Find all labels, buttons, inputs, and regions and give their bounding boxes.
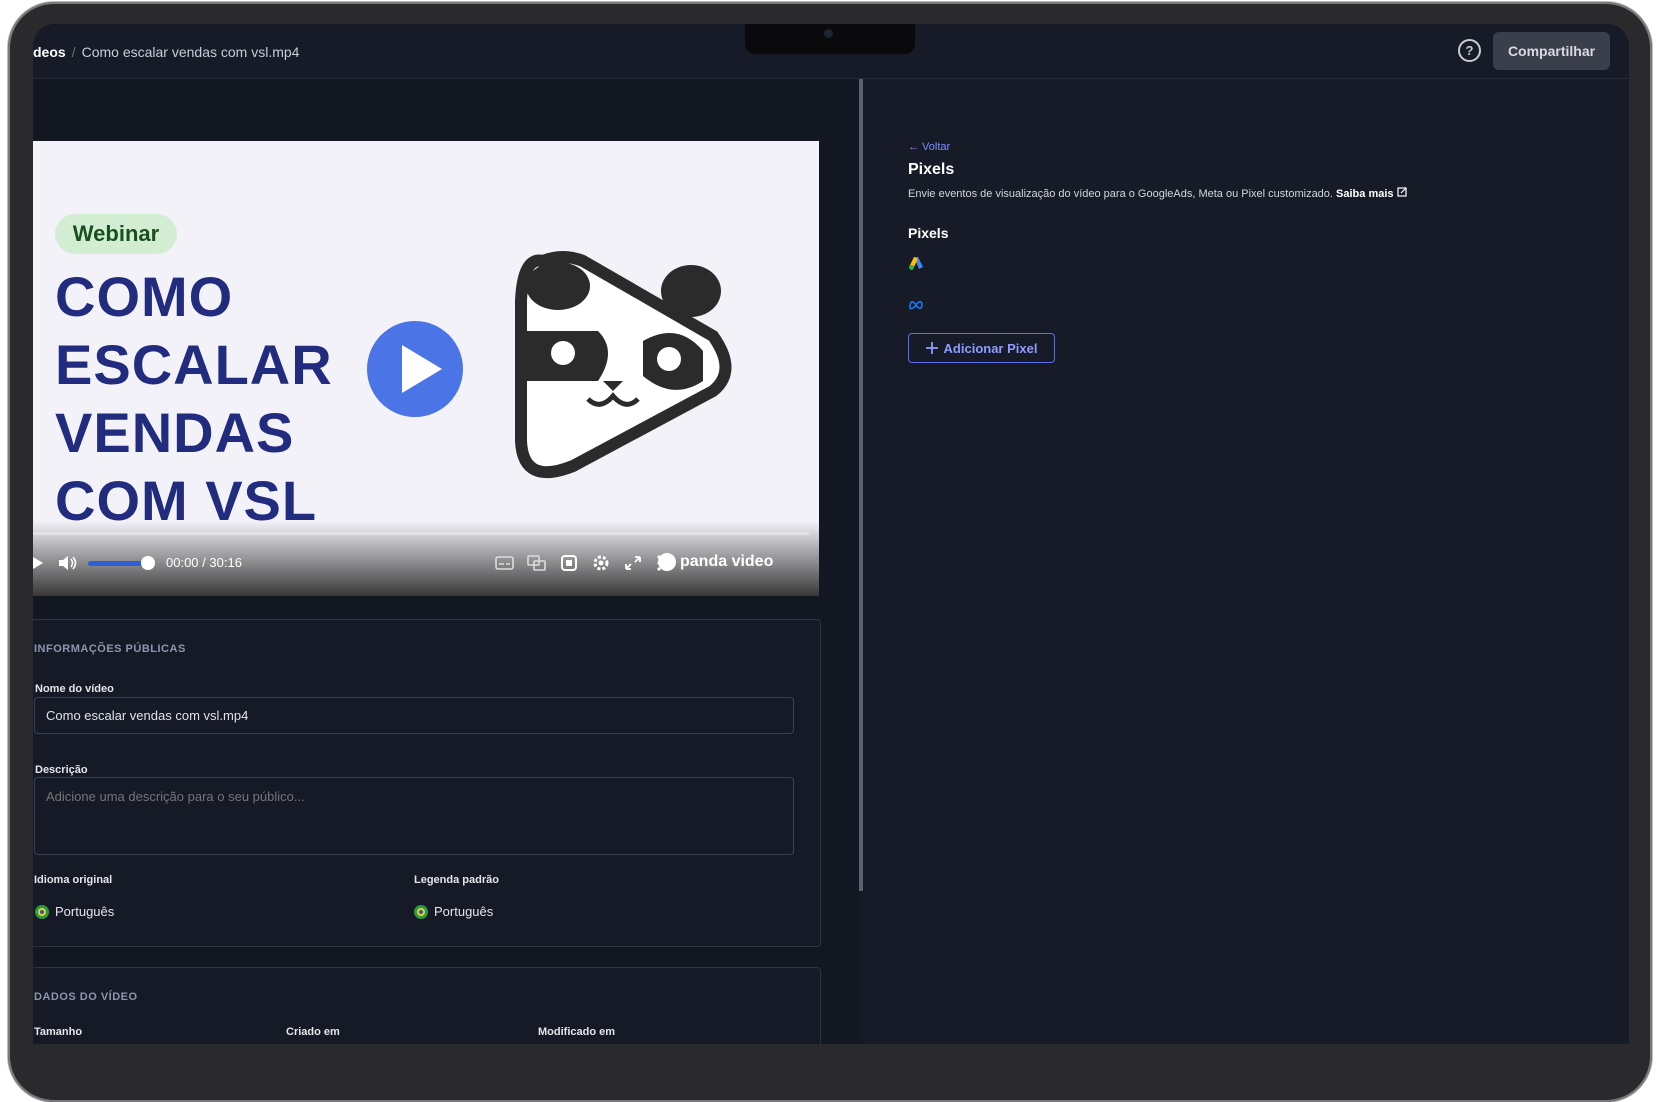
panda-logo-icon — [515, 251, 732, 479]
panda-icon — [658, 553, 676, 571]
control-row: 00:00 / 30:16 panda video — [33, 551, 819, 575]
current-time: 00:00 — [166, 555, 199, 570]
title-line: VENDAS — [55, 401, 295, 464]
size-label: Tamanho — [34, 1026, 83, 1038]
description-text: Envie eventos de visualização do vídeo p… — [908, 188, 1333, 200]
plus-icon — [925, 342, 938, 354]
subtitles-icon[interactable] — [495, 551, 515, 575]
video-data-card: DADOS DO VÍDEO Tamanho Criado em Modific… — [33, 967, 821, 1044]
add-pixel-label: Adicionar Pixel — [943, 340, 1038, 356]
panda-video-logo: panda video — [658, 553, 773, 571]
brazil-flag-icon — [414, 904, 428, 919]
brand-text: panda video — [680, 553, 774, 571]
created-label: Criado em — [286, 1026, 340, 1038]
settings-icon[interactable] — [591, 551, 611, 575]
brazil-flag-icon — [35, 904, 49, 919]
video-details-panel: Webinar COMO ESCALAR VENDAS COM VSL 00:0… — [33, 79, 859, 1044]
section-title: DADOS DO VÍDEO — [34, 991, 138, 1003]
pixels-panel: ← Voltar Pixels Envie eventos de visuali… — [863, 79, 1629, 1044]
player-controls: 00:00 / 30:16 panda video — [33, 521, 819, 596]
learn-more-link[interactable]: Saiba mais — [1336, 188, 1393, 200]
big-play-button[interactable] — [367, 321, 463, 417]
original-language-value: Português — [55, 904, 115, 919]
time-separator: / — [202, 555, 206, 570]
help-icon[interactable]: ? — [1458, 39, 1481, 62]
breadcrumb: deos / Como escalar vendas com vsl.mp4 — [33, 44, 299, 60]
share-button[interactable]: Compartilhar — [1493, 32, 1610, 70]
original-language-select[interactable]: Português — [35, 904, 114, 919]
description-label: Descrição — [35, 764, 88, 776]
duration: 30:16 — [209, 555, 242, 570]
app-screen: deos / Como escalar vendas com vsl.mp4 ? C… — [33, 24, 1629, 1044]
camera-notch — [745, 24, 915, 54]
breadcrumb-separator: / — [71, 44, 76, 60]
default-caption-value: Português — [434, 904, 494, 919]
back-link[interactable]: ← Voltar — [908, 141, 950, 153]
panel-title: Pixels — [908, 161, 955, 178]
webinar-badge: Webinar — [55, 214, 177, 254]
volume-slider[interactable] — [88, 561, 148, 566]
panel-description: Envie eventos de visualização do vídeo p… — [908, 187, 1407, 200]
title-line: COMO — [55, 265, 234, 328]
fullscreen-icon[interactable] — [623, 551, 643, 575]
seek-bar[interactable] — [33, 532, 809, 535]
default-caption-select[interactable]: Português — [414, 904, 493, 919]
description-textarea[interactable] — [34, 777, 794, 855]
title-line: ESCALAR — [55, 333, 333, 396]
video-player[interactable]: Webinar COMO ESCALAR VENDAS COM VSL 00:0… — [33, 141, 819, 596]
video-thumbnail-title: COMO ESCALAR VENDAS COM VSL — [55, 263, 333, 535]
original-language-label: Idioma original — [34, 874, 113, 886]
default-caption-label: Legenda padrão — [414, 874, 499, 886]
video-name-label: Nome do vídeo — [35, 683, 114, 695]
time-display: 00:00 / 30:16 — [166, 555, 242, 570]
pixels-subtitle: Pixels — [908, 225, 949, 241]
section-title: INFORMAÇÕES PÚBLICAS — [34, 643, 186, 655]
modified-label: Modificado em — [538, 1026, 616, 1038]
breadcrumb-current: Como escalar vendas com vsl.mp4 — [81, 44, 300, 60]
play-icon[interactable] — [33, 551, 45, 575]
video-name-input[interactable] — [34, 697, 794, 734]
meta-icon[interactable] — [908, 299, 924, 311]
external-link-icon[interactable] — [1396, 187, 1407, 197]
public-info-card: INFORMAÇÕES PÚBLICAS Nome do vídeo Descr… — [33, 619, 821, 947]
breadcrumb-videos-link[interactable]: deos — [33, 44, 66, 60]
quality-icon[interactable] — [559, 551, 579, 575]
volume-icon[interactable] — [57, 551, 79, 575]
add-pixel-button[interactable]: Adicionar Pixel — [908, 333, 1055, 363]
chat-icon[interactable] — [527, 551, 547, 575]
google-ads-icon[interactable] — [908, 256, 924, 271]
volume-knob[interactable] — [141, 556, 155, 570]
